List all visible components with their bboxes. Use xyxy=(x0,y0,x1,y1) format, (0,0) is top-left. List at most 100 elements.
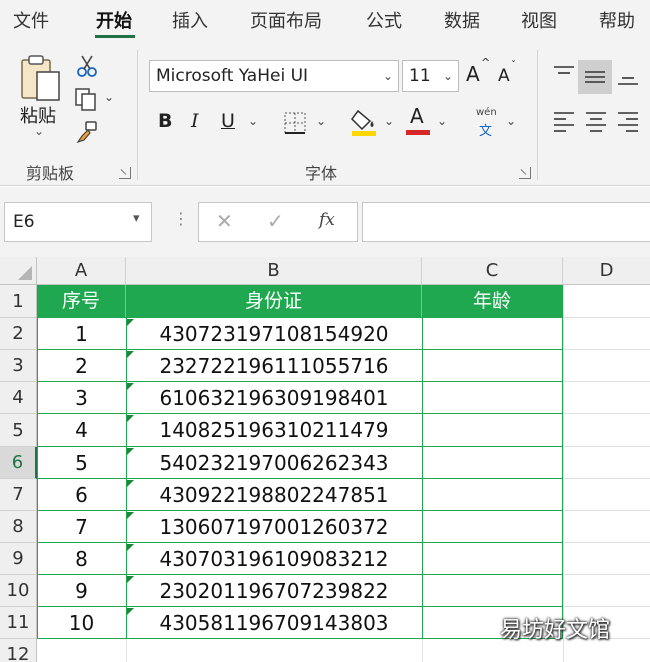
row-header[interactable]: 10 xyxy=(0,575,37,607)
align-left-icon[interactable] xyxy=(552,110,576,132)
row-header[interactable]: 5 xyxy=(0,414,37,447)
tab-file[interactable]: 文件 xyxy=(13,7,49,33)
cell-age[interactable] xyxy=(422,511,563,543)
cell-seq[interactable]: 1 xyxy=(37,318,126,350)
cell-seq[interactable]: 7 xyxy=(37,511,126,543)
cut-icon[interactable] xyxy=(76,54,98,78)
row-header[interactable]: 3 xyxy=(0,350,37,382)
underline-dropdown-icon[interactable]: ⌄ xyxy=(248,114,258,128)
top-align-icon[interactable] xyxy=(552,64,576,84)
cell-seq[interactable]: 4 xyxy=(37,414,126,447)
tab-formulas[interactable]: 公式 xyxy=(366,7,402,33)
cell-age[interactable] xyxy=(422,318,563,350)
borders-icon[interactable] xyxy=(283,111,307,135)
row-header[interactable]: 8 xyxy=(0,511,37,543)
copy-dropdown-icon[interactable]: ⌄ xyxy=(104,90,114,104)
tab-page-layout[interactable]: 页面布局 xyxy=(250,7,322,33)
grow-font-button[interactable]: A xyxy=(466,62,480,86)
name-box-dropdown-icon[interactable]: ▾ xyxy=(133,211,140,226)
align-center-icon[interactable] xyxy=(584,110,608,132)
font-name-select[interactable]: Microsoft YaHei UI ⌄ xyxy=(149,60,399,92)
phonetic-guide-button[interactable]: 文 xyxy=(479,120,492,139)
cell-id-number[interactable]: 140825196310211479 xyxy=(126,414,422,447)
worksheet-grid: A B C D 1 2 3 4 5 6 7 8 9 10 11 12 序号 身份证 年龄 1 430723197… xyxy=(0,257,650,662)
text-number-indicator-icon xyxy=(127,351,134,358)
name-box[interactable]: E6 ▾ xyxy=(4,202,152,242)
fill-color-icon[interactable] xyxy=(350,107,378,137)
cell-id-number[interactable]: 540232197006262343 xyxy=(126,447,422,479)
row-header[interactable]: 6 xyxy=(0,447,37,479)
insert-function-icon[interactable]: fx xyxy=(319,210,335,230)
table-header-age[interactable]: 年龄 xyxy=(422,285,563,318)
column-header-a[interactable]: A xyxy=(37,257,126,285)
cell-id-number[interactable]: 610632196309198401 xyxy=(126,382,422,414)
phonetic-dropdown-icon[interactable]: ⌄ xyxy=(506,114,516,128)
cell-id-number[interactable]: 230201196707239822 xyxy=(126,575,422,607)
tab-help[interactable]: 帮助 xyxy=(599,7,635,33)
row-header[interactable]: 9 xyxy=(0,543,37,575)
formula-input[interactable] xyxy=(362,202,650,242)
cell-seq[interactable]: 2 xyxy=(37,350,126,382)
cell-id-number[interactable]: 430581196709143803 xyxy=(126,607,422,639)
more-options-icon[interactable]: ⋮ xyxy=(173,209,189,228)
group-separator xyxy=(537,50,538,180)
shrink-font-button[interactable]: A xyxy=(498,66,510,86)
cell-seq[interactable]: 9 xyxy=(37,575,126,607)
confirm-entry-icon[interactable]: ✓ xyxy=(267,209,284,233)
tab-data[interactable]: 数据 xyxy=(444,7,480,33)
cell-seq[interactable]: 8 xyxy=(37,543,126,575)
underline-button[interactable]: U xyxy=(221,110,235,132)
cell-id-number[interactable]: 430922198802247851 xyxy=(126,479,422,511)
paste-icon[interactable] xyxy=(18,52,64,102)
cell-seq[interactable]: 3 xyxy=(37,382,126,414)
cancel-entry-icon[interactable]: ✕ xyxy=(216,209,233,233)
cell-age[interactable] xyxy=(422,447,563,479)
cell-id-number[interactable]: 430723197108154920 xyxy=(126,318,422,350)
bottom-align-icon[interactable] xyxy=(616,70,640,92)
clipboard-launcher-icon[interactable] xyxy=(119,167,131,179)
cell-seq[interactable]: 5 xyxy=(37,447,126,479)
italic-button[interactable]: I xyxy=(191,110,199,132)
row-header[interactable]: 4 xyxy=(0,382,37,414)
font-name-value: Microsoft YaHei UI xyxy=(156,66,309,86)
table-header-id[interactable]: 身份证 xyxy=(126,285,422,318)
column-header-c[interactable]: C xyxy=(422,257,563,285)
row-header[interactable]: 7 xyxy=(0,479,37,511)
format-painter-icon[interactable] xyxy=(74,120,100,144)
cell-age[interactable] xyxy=(422,543,563,575)
select-all-corner[interactable] xyxy=(0,257,37,285)
cell-age[interactable] xyxy=(422,350,563,382)
cell-id-number[interactable]: 130607197001260372 xyxy=(126,511,422,543)
middle-align-icon[interactable] xyxy=(583,66,607,88)
borders-dropdown-icon[interactable]: ⌄ xyxy=(316,114,326,128)
row-header[interactable]: 2 xyxy=(0,318,37,350)
cell-age[interactable] xyxy=(422,382,563,414)
font-size-select[interactable]: 11 ⌄ xyxy=(402,60,459,92)
font-color-dropdown-icon[interactable]: ⌄ xyxy=(437,114,447,128)
text-number-indicator-icon xyxy=(127,608,134,615)
row-header[interactable]: 12 xyxy=(0,639,37,662)
cell-age[interactable] xyxy=(422,479,563,511)
fill-color-dropdown-icon[interactable]: ⌄ xyxy=(384,114,394,128)
column-header-d[interactable]: D xyxy=(563,257,650,285)
font-color-button[interactable]: A xyxy=(410,104,424,128)
tab-view[interactable]: 视图 xyxy=(521,7,557,33)
cell-id-number[interactable]: 430703196109083212 xyxy=(126,543,422,575)
align-right-icon[interactable] xyxy=(616,110,640,132)
cell-seq[interactable]: 10 xyxy=(37,607,126,639)
font-launcher-icon[interactable] xyxy=(519,167,531,179)
copy-icon[interactable] xyxy=(74,87,98,111)
cell-age[interactable] xyxy=(422,575,563,607)
table-header-seq[interactable]: 序号 xyxy=(37,285,126,318)
paste-dropdown-icon[interactable]: ⌄ xyxy=(34,124,44,138)
row-header[interactable]: 11 xyxy=(0,607,37,639)
cell-id-number[interactable]: 232722196111055716 xyxy=(126,350,422,382)
row-header[interactable]: 1 xyxy=(0,285,37,318)
bold-button[interactable]: B xyxy=(158,110,172,132)
clipboard-group-label: 剪贴板 xyxy=(26,164,75,183)
tab-insert[interactable]: 插入 xyxy=(172,7,208,33)
column-header-b[interactable]: B xyxy=(126,257,422,285)
cell-age[interactable] xyxy=(422,414,563,447)
cell-seq[interactable]: 6 xyxy=(37,479,126,511)
tab-home[interactable]: 开始 xyxy=(96,7,132,33)
